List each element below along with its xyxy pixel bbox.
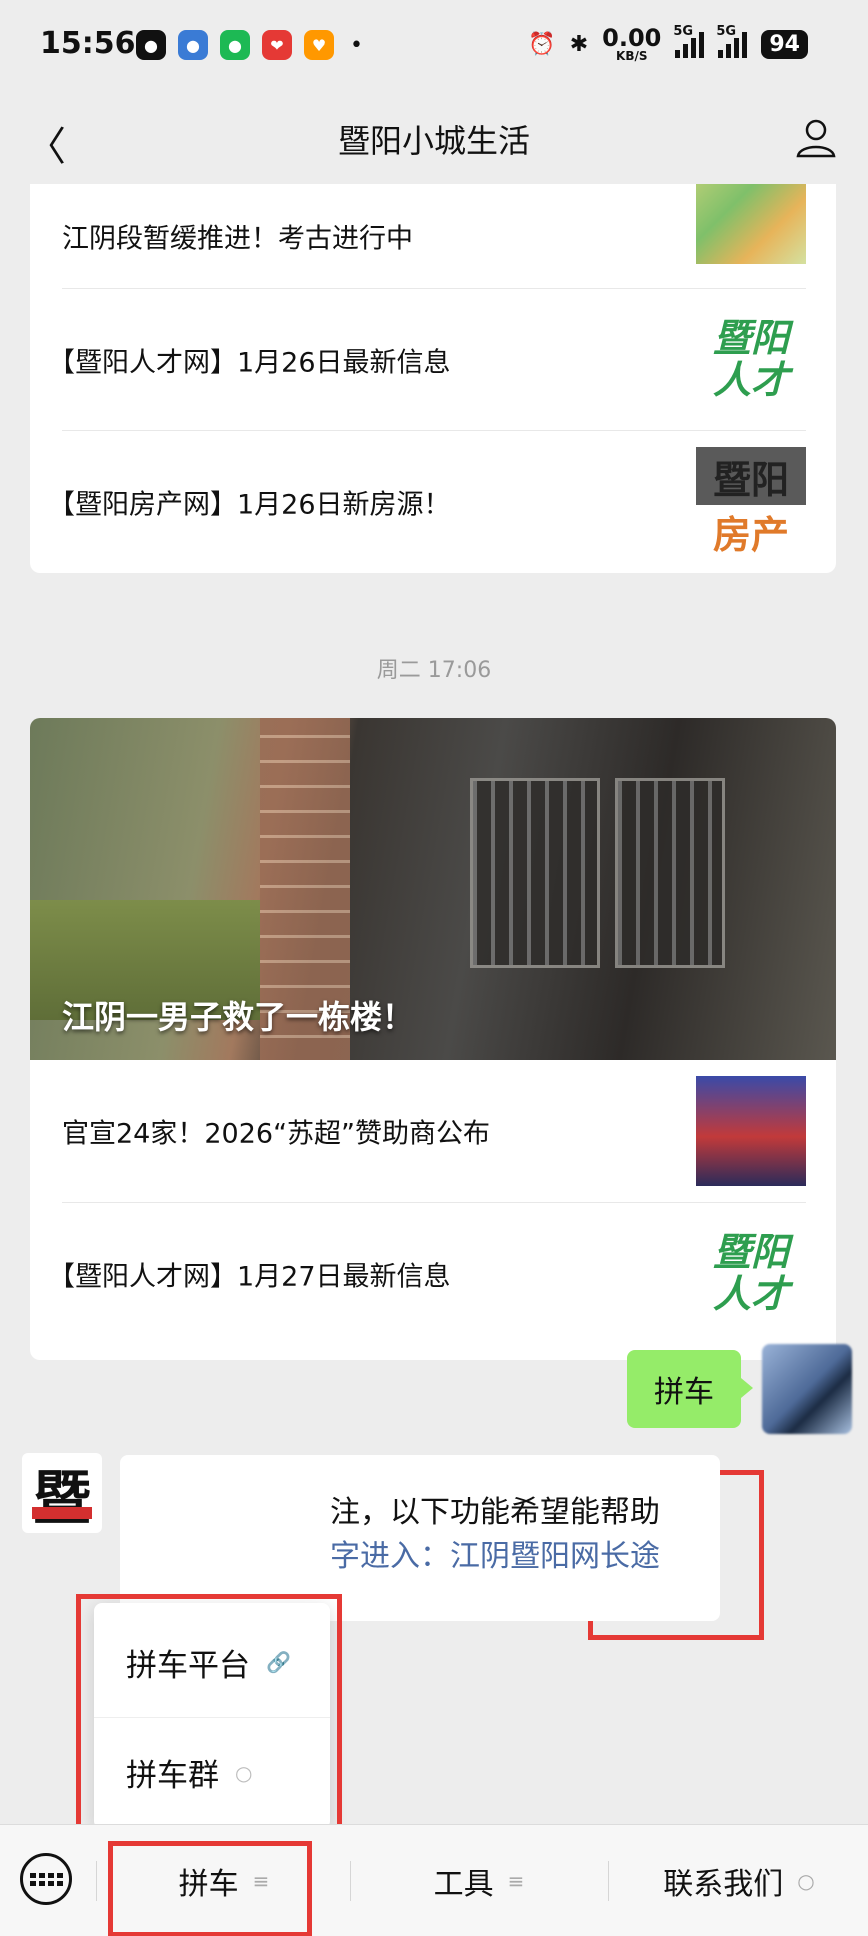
app-blue-icon: ● <box>178 30 208 60</box>
house-logo-icon: 暨阳 房产 <box>696 447 806 557</box>
page-title: 暨阳小城生活 <box>337 122 530 160</box>
network-speed: 0.00 KB/S <box>602 24 662 63</box>
menu-tab-tools[interactable]: 工具 ≡ <box>352 1825 606 1936</box>
submenu-popup: 拼车平台 🔗 拼车群 ○ <box>94 1603 330 1829</box>
article-row[interactable]: 【暨阳房产网】1月26日新房源！ 暨阳 房产 <box>48 430 806 572</box>
talent-logo-icon: 暨阳 人才 <box>696 305 806 415</box>
timestamp: 周二 17:06 <box>376 658 492 683</box>
keyboard-toggle-icon[interactable] <box>20 1853 72 1905</box>
article-card-1: 江阴段暂缓推进！考古进行中 【暨阳人才网】1月26日最新信息 暨阳 人才 【暨阳… <box>30 184 836 573</box>
article-row[interactable]: 江阴段暂缓推进！考古进行中 <box>62 184 806 288</box>
talent-logo-icon: 暨阳 人才 <box>696 1219 806 1329</box>
link-text[interactable]: 字进入：江阴暨阳网长途 <box>330 1535 698 1579</box>
bottom-menu-bar: 拼车 ≡ 工具 ≡ 联系我们 ○ <box>0 1824 868 1936</box>
hero-article[interactable]: 江阴一男子救了一栋楼！ <box>30 718 836 1060</box>
account-avatar[interactable]: 暨 <box>22 1453 102 1533</box>
bluetooth-icon: ✱ <box>569 31 589 57</box>
article-row[interactable]: 【暨阳人才网】1月27日最新信息 暨阳 人才 <box>48 1202 806 1344</box>
app-orange-icon: ♥ <box>304 30 334 60</box>
article-thumbnail <box>696 1076 806 1186</box>
chat-bubble-icon: ○ <box>797 1869 815 1893</box>
menu-item-carpool-group[interactable]: 拼车群 ○ <box>94 1717 330 1827</box>
notification-icons: ● ● ● ❤ ♥ • <box>136 30 363 60</box>
profile-icon[interactable] <box>794 116 838 160</box>
app-green-icon: ● <box>220 30 250 60</box>
more-notifications-icon: • <box>350 32 363 58</box>
menu-tab-contact[interactable]: 联系我们 ○ <box>610 1825 868 1936</box>
sent-message-bubble[interactable]: 拼车 <box>627 1350 753 1428</box>
hero-caption: 江阴一男子救了一栋楼！ <box>62 998 415 1036</box>
article-row[interactable]: 【暨阳人才网】1月26日最新信息 暨阳 人才 <box>48 288 806 430</box>
menu-item-carpool-platform[interactable]: 拼车平台 🔗 <box>94 1607 330 1717</box>
status-right-icons: ⏰ ✱ 0.00 KB/S 5G 5G 94 <box>528 24 808 63</box>
status-time: 15:56 <box>40 26 136 61</box>
menu-lines-icon: ≡ <box>252 1869 270 1893</box>
received-message-bubble: 注，以下功能希望能帮助 字进入：江阴暨阳网长途 <box>120 1455 720 1621</box>
article-row[interactable]: 官宣24家！2026“苏超”赞助商公布 <box>62 1060 806 1202</box>
app-red-icon: ❤ <box>262 30 292 60</box>
chat-bubble-icon: ○ <box>235 1760 253 1785</box>
link-icon: 🔗 <box>266 1650 291 1674</box>
article-thumbnail <box>696 184 806 264</box>
nav-bar: 〈 暨阳小城生活 <box>0 92 868 184</box>
signal-icon: 5G <box>673 24 705 58</box>
wechat-icon: ● <box>136 30 166 60</box>
battery-indicator: 94 <box>761 29 808 59</box>
menu-tab-carpool[interactable]: 拼车 ≡ <box>100 1825 348 1936</box>
signal-icon-2: 5G <box>716 24 748 58</box>
menu-lines-icon: ≡ <box>507 1869 525 1893</box>
my-avatar[interactable] <box>762 1344 852 1434</box>
alarm-icon: ⏰ <box>528 31 556 57</box>
status-bar: 15:56 ● ● ● ❤ ♥ • ⏰ ✱ 0.00 KB/S 5G 5G 94 <box>0 0 868 92</box>
article-card-2: 江阴一男子救了一栋楼！ 官宣24家！2026“苏超”赞助商公布 【暨阳人才网】1… <box>30 718 836 1360</box>
